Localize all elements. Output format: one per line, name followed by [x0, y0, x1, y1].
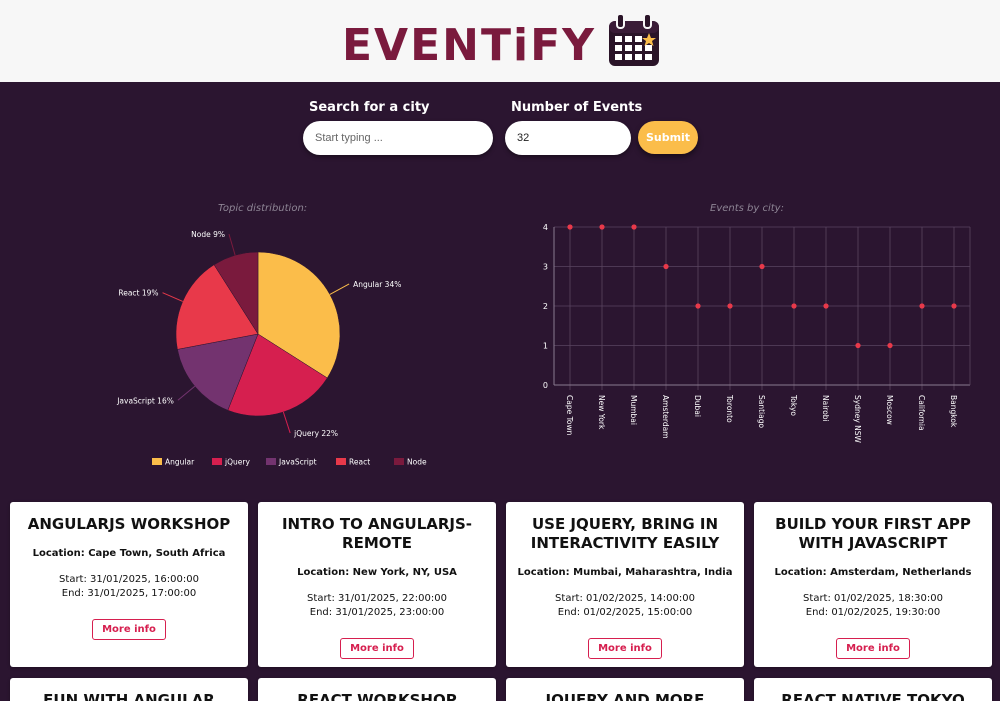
- events-by-city-chart: 0 1 2 3 4 Cape Town New York Mumbai Amsterdam Dub…: [543, 223, 971, 444]
- calendar-star-icon: [609, 13, 659, 66]
- y-tick-label: 2: [543, 302, 548, 311]
- x-tick-label: Cape Town: [565, 395, 574, 436]
- event-title: JQUERY AND MORE: [545, 691, 705, 701]
- event-title: FUN WITH ANGULAR: [43, 691, 215, 701]
- event-location: Location: Amsterdam, Netherlands: [774, 567, 972, 578]
- event-card: REACT WORKSHOP: [258, 678, 496, 701]
- x-tick-label: Santiago: [757, 395, 766, 428]
- data-point-mumbai[interactable]: [631, 224, 637, 230]
- x-tick-label: Amsterdam: [661, 395, 670, 439]
- pie-label: React 19%: [118, 289, 158, 298]
- event-location: Location: Mumbai, Maharashtra, India: [517, 567, 733, 578]
- legend-item[interactable]: jQuery: [224, 458, 250, 467]
- pie-label-line: [162, 292, 183, 302]
- x-tick-label: Toronto: [725, 394, 734, 423]
- event-end: End: 31/01/2025, 23:00:00: [309, 607, 445, 618]
- x-tick-label: Moscow: [885, 395, 894, 425]
- more-info-button[interactable]: More info: [340, 638, 414, 659]
- x-tick-label: Sydney NSW: [853, 395, 862, 444]
- legend-item[interactable]: React: [349, 458, 370, 467]
- x-tick-label: Nairobi: [821, 395, 830, 422]
- event-location: Location: Cape Town, South Africa: [32, 548, 226, 559]
- event-title: ANGULARJS WORKSHOP: [27, 515, 231, 533]
- event-title: INTRO TO ANGULARJS-REMOTE: [281, 515, 473, 552]
- pie-label-line: [329, 283, 350, 295]
- data-point-moscow[interactable]: [887, 342, 893, 349]
- more-info-button[interactable]: More info: [92, 619, 166, 640]
- pie-label: JavaScript 16%: [116, 396, 174, 405]
- y-tick-label: 3: [543, 263, 548, 272]
- pie-label: jQuery 22%: [293, 429, 338, 438]
- data-point-sydney-nsw[interactable]: [855, 342, 861, 349]
- data-point-california[interactable]: [919, 303, 925, 309]
- data-point-amsterdam[interactable]: [663, 263, 669, 270]
- data-point-toronto[interactable]: [727, 303, 733, 309]
- data-point-tokyo[interactable]: [791, 303, 797, 309]
- legend-swatch: [266, 458, 276, 465]
- event-title: USE JQUERY, BRING IN INTERACTIVITY EASIL…: [530, 515, 720, 552]
- event-start: Start: 01/02/2025, 14:00:00: [555, 593, 695, 604]
- data-point-cape-town[interactable]: [567, 224, 573, 230]
- x-tick-label: Tokyo: [789, 394, 798, 416]
- event-card: JQUERY AND MORE: [506, 678, 744, 701]
- event-location: Location: New York, NY, USA: [297, 567, 457, 578]
- submit-button[interactable]: Submit: [638, 121, 698, 154]
- app-header: EVENTiFY: [0, 0, 1000, 82]
- legend-swatch: [152, 458, 162, 465]
- data-point-bangkok[interactable]: [951, 303, 957, 309]
- city-search-label: Search for a city: [309, 100, 430, 115]
- event-end: End: 01/02/2025, 15:00:00: [557, 607, 693, 618]
- y-tick-label: 0: [543, 381, 548, 390]
- event-end: End: 31/01/2025, 17:00:00: [61, 588, 197, 599]
- event-title: REACT NATIVE TOKYO: [781, 691, 965, 701]
- event-card: ANGULARJS WORKSHOP Location: Cape Town, …: [10, 502, 248, 667]
- scatter-chart-title: Events by city:: [710, 203, 784, 214]
- x-tick-label: California: [917, 395, 926, 431]
- number-of-events-label: Number of Events: [511, 100, 643, 115]
- logo-wordmark: EVENTiFY: [342, 20, 597, 71]
- event-card: REACT NATIVE TOKYO: [754, 678, 992, 701]
- x-tick-label: New York: [597, 395, 606, 430]
- data-point-dubai[interactable]: [695, 303, 701, 309]
- pie-label-line: [177, 385, 196, 401]
- topic-pie-chart: Angular 34% jQuery 22% JavaScript 16% React…: [116, 230, 427, 467]
- event-card: USE JQUERY, BRING IN INTERACTIVITY EASIL…: [506, 502, 744, 667]
- legend-swatch: [336, 458, 346, 465]
- data-point-new-york[interactable]: [599, 224, 605, 230]
- legend-item[interactable]: Angular: [165, 458, 195, 467]
- event-start: Start: 31/01/2025, 22:00:00: [307, 593, 447, 604]
- data-point-santiago[interactable]: [759, 263, 765, 270]
- event-title: BUILD YOUR FIRST APP WITH JAVASCRIPT: [775, 515, 971, 552]
- event-card: INTRO TO ANGULARJS-REMOTE Location: New …: [258, 502, 496, 667]
- pie-label: Node 9%: [191, 230, 225, 239]
- city-search-input[interactable]: [303, 121, 493, 155]
- event-start: Start: 31/01/2025, 16:00:00: [59, 574, 199, 585]
- event-card: FUN WITH ANGULAR: [10, 678, 248, 701]
- y-tick-label: 1: [543, 342, 548, 351]
- more-info-button[interactable]: More info: [588, 638, 662, 659]
- search-panel: Search for a city Number of Events Submi…: [0, 82, 1000, 182]
- legend-swatch: [394, 458, 404, 465]
- pie-label-line: [282, 411, 291, 434]
- event-title: REACT WORKSHOP: [297, 691, 457, 701]
- number-of-events-input[interactable]: [505, 121, 631, 155]
- legend-swatch: [212, 458, 222, 465]
- more-info-button[interactable]: More info: [836, 638, 910, 659]
- event-end: End: 01/02/2025, 19:30:00: [805, 607, 941, 618]
- pie-label: Angular 34%: [353, 280, 401, 289]
- legend-item[interactable]: JavaScript: [278, 458, 317, 467]
- x-tick-label: Dubai: [693, 395, 702, 417]
- x-tick-label: Mumbai: [629, 395, 638, 425]
- x-tick-label: Bangkok: [949, 395, 958, 428]
- y-tick-label: 4: [543, 223, 548, 232]
- event-card: BUILD YOUR FIRST APP WITH JAVASCRIPT Loc…: [754, 502, 992, 667]
- event-start: Start: 01/02/2025, 18:30:00: [803, 593, 943, 604]
- pie-chart-title: Topic distribution:: [218, 203, 308, 214]
- legend-item[interactable]: Node: [407, 458, 427, 467]
- pie-label-line: [228, 233, 236, 256]
- data-point-nairobi[interactable]: [823, 303, 829, 309]
